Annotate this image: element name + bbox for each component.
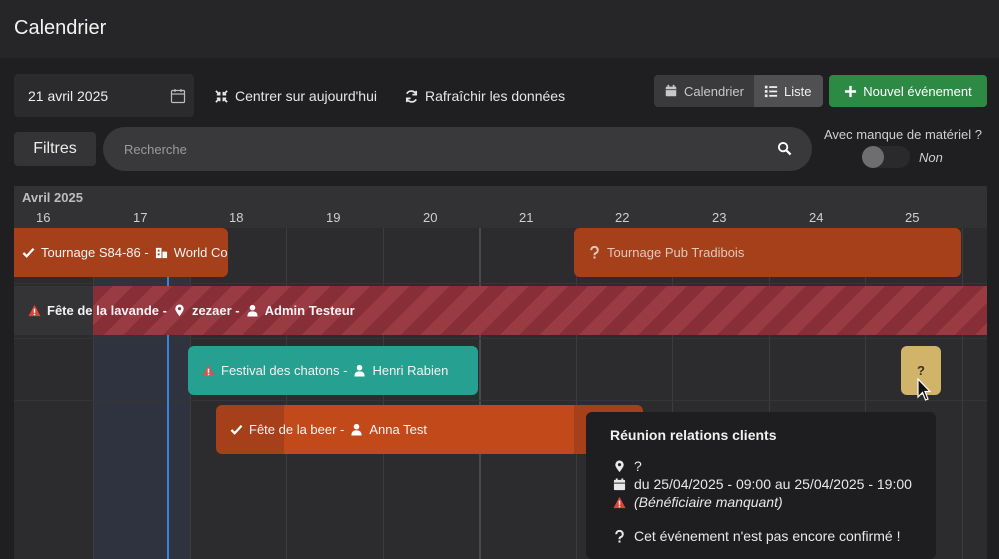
building-icon xyxy=(155,247,167,259)
question-icon xyxy=(590,246,599,259)
question-icon xyxy=(615,529,624,543)
day-label: 18 xyxy=(229,210,244,225)
day-label: 24 xyxy=(809,210,824,225)
event-bar[interactable]: Fête de la beer - Anna Test xyxy=(216,405,643,454)
grid-line xyxy=(93,228,94,559)
warning-icon xyxy=(202,364,215,377)
event-person: Anna Test xyxy=(369,422,427,437)
grid-line xyxy=(479,228,481,559)
event-label: Fête de la beer - xyxy=(249,422,345,437)
event-label: Tournage S84-86 - xyxy=(41,245,149,260)
refresh-label: Rafraîchir les données xyxy=(425,88,566,104)
user-icon xyxy=(351,423,362,436)
list-icon xyxy=(764,85,778,98)
compress-icon xyxy=(215,89,228,103)
tooltip-title: Réunion relations clients xyxy=(610,427,777,443)
view-calendar-label: Calendrier xyxy=(684,83,744,99)
tooltip-warning-row: (Bénéficiaire manquant) xyxy=(613,494,783,510)
check-icon xyxy=(230,425,243,435)
event-label: Fête de la lavande - xyxy=(47,303,167,318)
event-bar[interactable]: Festival des chatons - Henri Rabien xyxy=(188,346,478,395)
top-bar: Calendrier xyxy=(0,0,999,58)
event-label: Festival des chatons - xyxy=(221,363,348,378)
check-icon xyxy=(22,248,35,258)
event-tooltip: Réunion relations clients ? du 25/04/202… xyxy=(586,412,936,559)
search-input[interactable]: Recherche xyxy=(124,142,187,157)
missing-material-value: Non xyxy=(919,150,943,165)
tooltip-dates: du 25/04/2025 - 09:00 au 25/04/2025 - 19… xyxy=(634,476,912,492)
location-icon xyxy=(615,459,624,472)
search-bar[interactable]: Recherche xyxy=(103,127,812,171)
search-icon[interactable] xyxy=(777,141,792,156)
new-event-label: Nouvel événement xyxy=(863,83,972,99)
event-label: Tournage Pub Tradibois xyxy=(607,245,745,260)
calendar-icon xyxy=(613,477,626,490)
center-today-label: Centrer sur aujourd'hui xyxy=(235,88,377,104)
day-label: 22 xyxy=(615,210,630,225)
row-divider xyxy=(14,338,987,339)
missing-material-label: Avec manque de matériel ? xyxy=(824,127,983,142)
tooltip-warning: (Bénéficiaire manquant) xyxy=(634,494,783,510)
weekend-shade xyxy=(93,228,190,559)
center-today-button[interactable]: Centrer sur aujourd'hui xyxy=(214,86,377,106)
event-bar[interactable]: Tournage S84-86 - World Co xyxy=(14,228,228,277)
event-content: Fête de la lavande - zezaer - Admin Test… xyxy=(28,303,355,318)
new-event-button[interactable]: Nouvel événement xyxy=(829,75,987,107)
date-value: 21 avril 2025 xyxy=(28,88,109,104)
event-person: Henri Rabien xyxy=(372,363,449,378)
refresh-icon xyxy=(405,89,418,103)
day-label: 17 xyxy=(133,210,148,225)
row-divider xyxy=(14,283,987,284)
warning-icon xyxy=(28,304,41,317)
tooltip-status-row: Cet événement n'est pas encore confirmé … xyxy=(613,528,900,544)
day-label: 19 xyxy=(326,210,341,225)
event-content: Fête de la beer - Anna Test xyxy=(230,422,427,437)
timeline-header: Avril 2025 16 17 18 19 20 21 22 23 24 25 xyxy=(14,186,987,228)
day-label: 23 xyxy=(712,210,727,225)
filters-button[interactable]: Filtres xyxy=(14,132,96,166)
event-bar[interactable]: Tournage Pub Tradibois xyxy=(574,228,961,277)
warning-icon xyxy=(613,496,626,508)
today-indicator xyxy=(167,228,169,559)
page-title: Calendrier xyxy=(14,17,107,39)
view-list-label: Liste xyxy=(784,83,812,99)
mouse-cursor-icon xyxy=(917,378,931,401)
grid-line xyxy=(962,228,963,559)
tooltip-location-row: ? xyxy=(613,458,642,474)
event-location: zezaer - xyxy=(191,303,240,318)
date-input[interactable]: 21 avril 2025 xyxy=(14,74,194,117)
plus-icon xyxy=(845,85,857,97)
tooltip-dates-row: du 25/04/2025 - 09:00 au 25/04/2025 - 19… xyxy=(613,476,912,492)
tooltip-status: Cet événement n'est pas encore confirmé … xyxy=(634,528,901,544)
day-label: 21 xyxy=(519,210,534,225)
day-label: 25 xyxy=(905,210,920,225)
user-icon xyxy=(354,364,366,377)
toggle-knob xyxy=(862,146,884,168)
refresh-button[interactable]: Rafraîchir les données xyxy=(404,86,565,106)
event-bar[interactable]: Fête de la lavande - zezaer - Admin Test… xyxy=(14,286,987,335)
tooltip-location: ? xyxy=(634,458,642,474)
day-label: 16 xyxy=(36,210,51,225)
grid-line xyxy=(576,228,577,559)
view-toggle: Calendrier Liste xyxy=(654,75,823,107)
view-calendar-button[interactable]: Calendrier xyxy=(654,75,754,107)
event-person: Admin Testeur xyxy=(264,303,355,318)
month-label: Avril 2025 xyxy=(22,190,83,205)
day-label: 20 xyxy=(423,210,438,225)
row-divider xyxy=(14,400,987,401)
location-icon xyxy=(175,304,184,317)
event-extra: World Co xyxy=(173,245,228,260)
missing-material-toggle[interactable] xyxy=(862,146,910,168)
calendar-icon[interactable] xyxy=(170,88,186,104)
calendar-icon xyxy=(665,84,677,97)
view-list-button[interactable]: Liste xyxy=(754,75,823,107)
user-icon xyxy=(247,304,258,317)
